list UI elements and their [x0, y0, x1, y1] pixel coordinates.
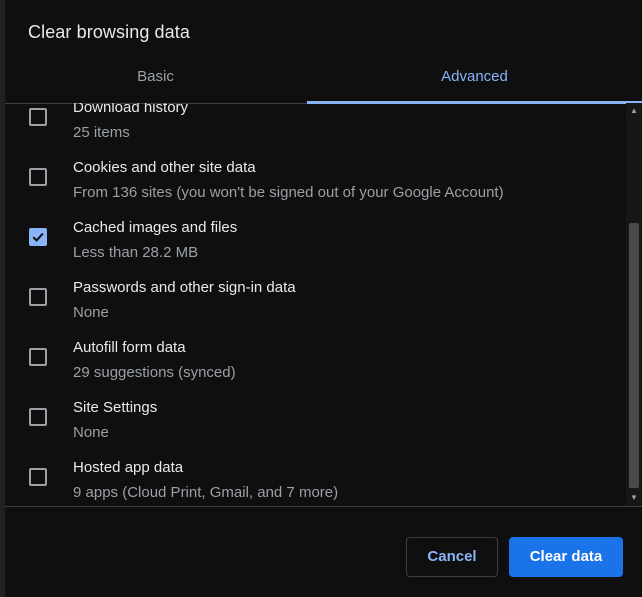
- item-hosted-app-data: Hosted app data 9 apps (Cloud Print, Gma…: [5, 449, 626, 506]
- hosted-app-data-summary: 9 apps (Cloud Print, Gmail, and 7 more): [73, 484, 339, 501]
- passwords-checkbox[interactable]: [29, 288, 47, 306]
- tab-bar: Basic Advanced: [5, 52, 642, 104]
- site-settings-label: Site Settings: [73, 399, 158, 416]
- cached-images-checkbox[interactable]: [29, 228, 47, 246]
- autofill-summary: 29 suggestions (synced): [73, 364, 236, 381]
- item-cookies: Cookies and other site data From 136 sit…: [5, 149, 626, 209]
- cookies-label: Cookies and other site data: [73, 159, 256, 176]
- download-history-checkbox[interactable]: [29, 108, 47, 126]
- cached-images-summary: Less than 28.2 MB: [73, 244, 199, 261]
- hosted-app-data-label: Hosted app data: [73, 459, 184, 476]
- list-scrollbar[interactable]: ▲ ▼: [626, 103, 642, 506]
- site-settings-checkbox[interactable]: [29, 408, 47, 426]
- dialog-title: Clear browsing data: [28, 22, 190, 42]
- passwords-label: Passwords and other sign-in data: [73, 279, 296, 296]
- scroll-down-arrow-icon[interactable]: ▼: [626, 490, 642, 506]
- item-download-history: Download history 25 items: [5, 103, 626, 149]
- download-history-label: Download history: [73, 103, 189, 116]
- cached-images-label: Cached images and files: [73, 219, 238, 236]
- tab-advanced-label: Advanced: [441, 68, 508, 85]
- clear-data-button[interactable]: Clear data: [509, 537, 623, 577]
- site-settings-summary: None: [73, 424, 109, 441]
- scroll-up-arrow-icon[interactable]: ▲: [626, 103, 642, 119]
- item-site-settings: Site Settings None: [5, 389, 626, 449]
- cookies-checkbox[interactable]: [29, 168, 47, 186]
- data-types-list[interactable]: Download history 25 items Cookies and ot…: [5, 103, 626, 506]
- passwords-summary: None: [73, 304, 109, 321]
- item-passwords: Passwords and other sign-in data None: [5, 269, 626, 329]
- check-icon: [32, 232, 44, 242]
- scrollbar-thumb[interactable]: [629, 223, 639, 488]
- footer-divider: [5, 506, 642, 507]
- autofill-checkbox[interactable]: [29, 348, 47, 366]
- item-cached-images: Cached images and files Less than 28.2 M…: [5, 209, 626, 269]
- cookies-summary: From 136 sites (you won't be signed out …: [73, 184, 504, 201]
- download-history-summary: 25 items: [73, 124, 130, 141]
- clear-browsing-data-dialog: Clear browsing data Basic Advanced Downl…: [5, 0, 642, 597]
- tab-basic[interactable]: Basic: [5, 52, 306, 102]
- tab-advanced[interactable]: Advanced: [307, 52, 642, 104]
- data-types-list-content: Download history 25 items Cookies and ot…: [5, 103, 626, 506]
- item-autofill: Autofill form data 29 suggestions (synce…: [5, 329, 626, 389]
- autofill-label: Autofill form data: [73, 339, 186, 356]
- cancel-button[interactable]: Cancel: [406, 537, 498, 577]
- hosted-app-data-checkbox[interactable]: [29, 468, 47, 486]
